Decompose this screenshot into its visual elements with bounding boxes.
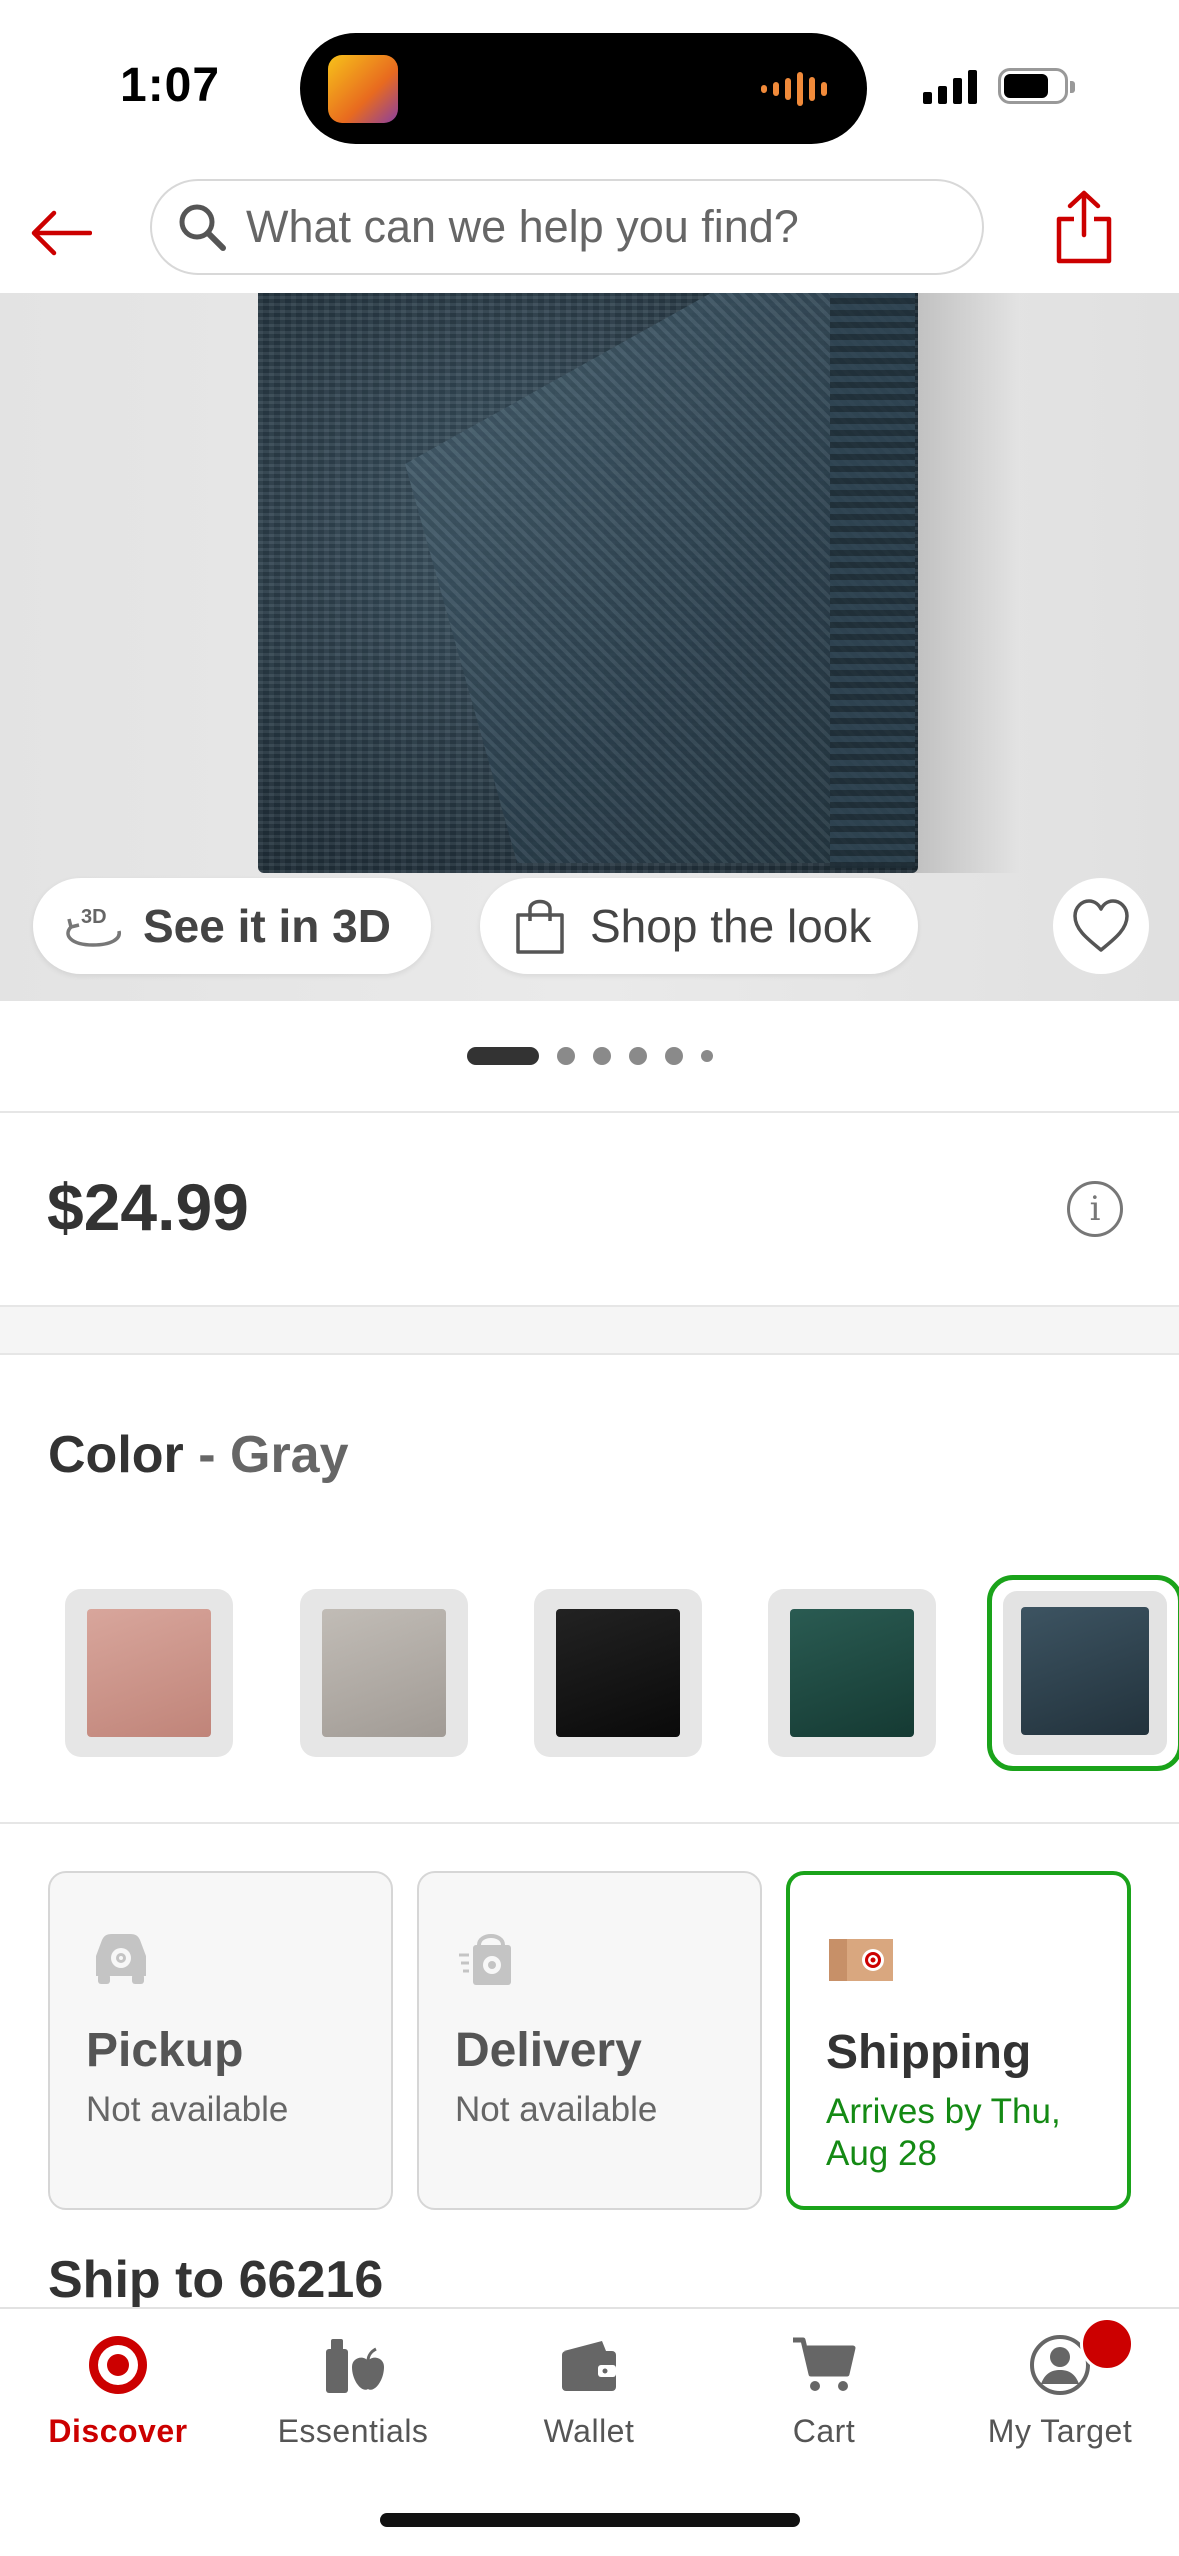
carousel-dot[interactable] [700, 1050, 713, 1062]
notification-badge [1080, 2317, 1134, 2371]
essentials-icon [317, 2329, 389, 2401]
carousel-dot[interactable] [556, 1047, 575, 1065]
section-divider [0, 1305, 1179, 1355]
carousel-dot[interactable] [628, 1047, 647, 1065]
share-button[interactable] [1048, 185, 1120, 269]
nav-essentials-label: Essentials [277, 2413, 429, 2449]
delivery-status: Not available [455, 2090, 658, 2129]
heart-icon [1073, 899, 1129, 952]
color-heading: Color - Gray [48, 1425, 349, 1485]
nav-my-target[interactable]: My Target [942, 2329, 1178, 2479]
price-section: $24.99 i [0, 1113, 1179, 1305]
color-swatch-light-gray[interactable] [300, 1589, 468, 1757]
ship-to-heading: Ship to 66216 [48, 2251, 384, 2309]
nav-discover[interactable]: Discover [0, 2329, 236, 2479]
shipping-box-icon [826, 1925, 896, 1995]
audio-waveform-icon [761, 71, 827, 107]
color-swatch-black[interactable] [534, 1589, 702, 1757]
search-placeholder: What can we help you find? [246, 201, 799, 252]
pickup-status: Not available [86, 2090, 289, 2129]
back-button[interactable] [22, 195, 98, 271]
target-logo-icon [82, 2329, 154, 2401]
nav-cart-label: Cart [792, 2413, 856, 2449]
top-header: What can we help you find? [0, 175, 1179, 293]
favorite-button[interactable] [1053, 878, 1149, 974]
color-separator: - [198, 1426, 216, 1484]
info-icon[interactable]: i [1067, 1181, 1123, 1237]
battery-icon [998, 68, 1075, 104]
carousel-dot[interactable] [592, 1047, 611, 1065]
nav-my-target-label: My Target [987, 2413, 1133, 2449]
dynamic-island [300, 33, 867, 144]
nav-wallet[interactable]: Wallet [471, 2329, 707, 2479]
pickup-title: Pickup [86, 2024, 244, 2077]
shipping-status: Arrives by Thu, Aug 28 [826, 2092, 1061, 2173]
nav-discover-label: Discover [48, 2413, 188, 2449]
carousel-dot-active[interactable] [466, 1047, 539, 1065]
nav-essentials[interactable]: Essentials [235, 2329, 471, 2479]
selected-color-value: Gray [230, 1426, 349, 1484]
product-image-carousel[interactable]: 3D See it in 3D Shop the look [0, 293, 1179, 1001]
carousel-dot[interactable] [664, 1047, 683, 1065]
svg-text:3D: 3D [81, 906, 107, 928]
fulfillment-delivery-card[interactable]: Delivery Not available [417, 1871, 762, 2210]
shop-the-look-label: Shop the look [590, 900, 872, 952]
search-icon [174, 199, 230, 255]
car-icon [86, 1923, 156, 1993]
delivery-bag-icon [455, 1923, 525, 1993]
fulfillment-shipping-card[interactable]: Shipping Arrives by Thu, Aug 28 [786, 1871, 1131, 2210]
delivery-title: Delivery [455, 2024, 642, 2077]
cart-icon [788, 2329, 860, 2401]
see-in-3d-button[interactable]: 3D See it in 3D [33, 878, 431, 974]
color-swatch-gray-selected[interactable] [987, 1575, 1179, 1771]
color-swatch-pink[interactable] [65, 1589, 233, 1757]
status-time: 1:07 [120, 59, 221, 112]
carousel-indicator [0, 1001, 1179, 1113]
section-divider [0, 1822, 1179, 1824]
product-price: $24.99 [47, 1170, 249, 1244]
color-swatch-green[interactable] [768, 1589, 936, 1757]
shipping-title: Shipping [826, 2026, 1032, 2079]
nav-cart[interactable]: Cart [706, 2329, 942, 2479]
wallet-icon [553, 2329, 625, 2401]
fulfillment-pickup-card[interactable]: Pickup Not available [48, 1871, 393, 2210]
status-bar: 1:07 [0, 0, 1179, 175]
arrow-left-icon [31, 210, 92, 256]
shop-the-look-button[interactable]: Shop the look [480, 878, 918, 974]
now-playing-artwork [328, 55, 398, 123]
color-label: Color [48, 1426, 184, 1484]
3d-rotate-icon: 3D [61, 896, 125, 956]
nav-wallet-label: Wallet [543, 2413, 635, 2449]
search-input[interactable]: What can we help you find? [150, 179, 984, 275]
home-indicator[interactable] [380, 2513, 800, 2527]
shopping-bag-icon [508, 896, 572, 956]
see-in-3d-label: See it in 3D [143, 900, 391, 952]
color-swatch-list [0, 1575, 1179, 1775]
cellular-signal-icon [923, 70, 977, 104]
share-icon [1056, 190, 1112, 264]
